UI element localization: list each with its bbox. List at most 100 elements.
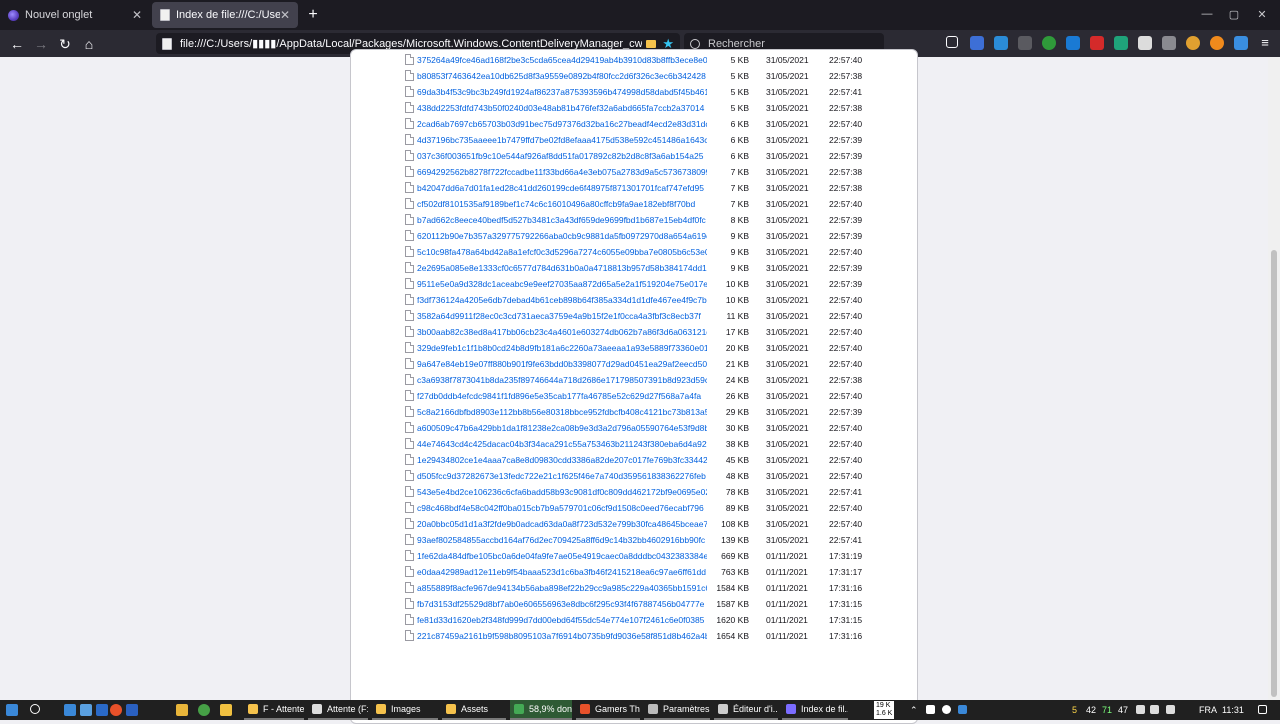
extension-icon[interactable] — [1090, 36, 1104, 50]
file-link[interactable]: 620112b90e7b357a329775792266aba0cb9c9881… — [417, 228, 707, 244]
file-link[interactable]: 3582a64d9911f28ec0c3cd731aeca3759e4a9b15… — [417, 308, 707, 324]
home-icon[interactable]: ⌂ — [80, 35, 98, 53]
file-link[interactable]: 2e2695a085e8e1333cf0c6577d784d631b0a0a47… — [417, 260, 707, 276]
file-link[interactable]: 9511e5e0a9d328dc1aceabc9e9eef27035aa872d… — [417, 276, 707, 292]
volume-icon[interactable] — [1166, 705, 1175, 714]
pocket-icon[interactable] — [946, 36, 958, 48]
taskbar-item[interactable]: Images — [372, 700, 438, 720]
extension-icon[interactable] — [1114, 36, 1128, 50]
taskbar-item[interactable]: Éditeur d'i... — [714, 700, 778, 720]
menu-icon[interactable]: ≡ — [1258, 36, 1272, 50]
search-icon[interactable] — [30, 704, 40, 714]
file-link[interactable]: 2cad6ab7697cb65703b03d91bec75d97376d32ba… — [417, 116, 707, 132]
extension-icon[interactable] — [994, 36, 1008, 50]
clock[interactable]: 11:31 — [1222, 705, 1244, 715]
language-indicator[interactable]: FRA — [1199, 705, 1217, 715]
scrollbar-thumb[interactable] — [1271, 250, 1277, 697]
file-link[interactable]: 3b00aab82c38ed8a417bb06cb23c4a4601e60327… — [417, 324, 707, 340]
file-link[interactable]: 93aef802584855accbd164af76d2ec709425a8ff… — [417, 532, 707, 548]
extension-icon[interactable] — [1210, 36, 1224, 50]
close-tab-icon[interactable]: ✕ — [132, 8, 142, 22]
file-link[interactable]: 221c87459a2161b9f598b8095103a7f6914b0735… — [417, 628, 707, 644]
file-link[interactable]: b42047dd6a7d01fa1ed28c41dd260199cde6f489… — [417, 180, 707, 196]
extension-icon[interactable] — [970, 36, 984, 50]
file-link[interactable]: f27db0ddb4efcdc9841f1fd896e5e35cab177fa4… — [417, 388, 707, 404]
tray-icon[interactable] — [926, 705, 935, 714]
file-link[interactable]: 329de9feb1c1f1b8b0cd24b8d9fb181a6c2260a7… — [417, 340, 707, 356]
file-link[interactable]: 9a647e84eb19e07ff880b901f9fe63bdd0b33980… — [417, 356, 707, 372]
file-link[interactable]: 543e5e4bd2ce106236c6cfa6badd58b93c9081df… — [417, 484, 707, 500]
back-icon[interactable]: ← — [8, 35, 26, 53]
taskbar-item-label: 58,9% done... — [529, 704, 572, 714]
taskbar-app-icon[interactable] — [198, 704, 210, 716]
extension-icon[interactable] — [1162, 36, 1176, 50]
tray-icon[interactable] — [942, 705, 951, 714]
shield-icon[interactable] — [1042, 36, 1056, 50]
file-link[interactable]: f3df736124a4205e6db7debad4b61ceb898b64f3… — [417, 292, 707, 308]
table-row: 20a0bbc05d1d1a3f2fde9b0adcad63da0a8f723d… — [351, 516, 917, 532]
file-link[interactable]: fb7d3153df25529d8bf7ab0e606556963e8dbc6f… — [417, 596, 707, 612]
taskbar-item[interactable]: Paramètres — [644, 700, 710, 720]
reload-icon[interactable]: ↻ — [56, 35, 74, 53]
minimize-icon[interactable]: — — [1197, 8, 1217, 20]
maximize-icon[interactable]: ▢ — [1224, 8, 1244, 21]
file-link[interactable]: b80853f7463642ea10db625d8f3a9559e0892b4f… — [417, 68, 707, 84]
cloud-icon[interactable] — [1136, 705, 1145, 714]
file-icon — [405, 438, 414, 449]
file-link[interactable]: 438dd2253fdfd743b50f0240d03e48ab81b476fe… — [417, 100, 707, 116]
forward-icon[interactable]: → — [32, 35, 50, 53]
close-window-icon[interactable]: ✕ — [1252, 8, 1272, 21]
tab-new-tab[interactable]: Nouvel onglet ✕ — [0, 2, 150, 28]
file-link[interactable]: 037c36f003651fb9c10e544af926af8dd51fa017… — [417, 148, 707, 164]
file-link[interactable]: 20a0bbc05d1d1a3f2fde9b0adcad63da0a8f723d… — [417, 516, 707, 532]
taskbar-item[interactable]: Gamers Thi... — [576, 700, 640, 720]
chevron-up-icon[interactable]: ⌃ — [910, 705, 918, 716]
extension-icon[interactable] — [1018, 36, 1032, 50]
file-link[interactable]: 69da3b4f53c9bc3b249fd1924af86237a8753935… — [417, 84, 707, 100]
file-link[interactable]: b7ad662c8eece40bedf5d527b3481c3a43df659d… — [417, 212, 707, 228]
extension-icon[interactable] — [1186, 36, 1200, 50]
file-link[interactable]: a600509c47b6a429bb1da1f81238e2ca08b9e3d3… — [417, 420, 707, 436]
notification-icon[interactable] — [1258, 705, 1267, 714]
file-link[interactable]: cf502df8101535af9189bef1c74c6c16010496a8… — [417, 196, 707, 212]
taskbar-item[interactable]: F - Attente — [244, 700, 304, 720]
extension-icon[interactable] — [1234, 36, 1248, 50]
file-link[interactable]: c98c468bdf4e58c042ff0ba015cb7b9a579701c0… — [417, 500, 707, 516]
taskbar-app-icon[interactable] — [80, 704, 92, 716]
file-link[interactable]: 4d37196bc735aaeee1b7479ffd7be02fd8efaaa4… — [417, 132, 707, 148]
close-tab-icon[interactable]: ✕ — [280, 8, 290, 22]
file-link[interactable]: 1e29434802ce1e4aaa7ca8e8d09830cdd3386a82… — [417, 452, 707, 468]
tray-icon[interactable] — [958, 705, 967, 714]
file-link[interactable]: 5c8a2166dbfbd8903e112bb8b56e80318bbce952… — [417, 404, 707, 420]
taskbar-item[interactable]: Index de fil... — [782, 700, 848, 720]
scrollbar[interactable] — [1268, 57, 1280, 700]
file-link[interactable]: c3a6938f7873041b8da235f89746644a718d2686… — [417, 372, 707, 388]
taskbar-app-icon[interactable] — [176, 704, 188, 716]
start-icon[interactable] — [6, 704, 18, 716]
taskbar-app-icon[interactable] — [126, 704, 138, 716]
extension-icon[interactable] — [1066, 36, 1080, 50]
file-link[interactable]: 5c10c98fa478a64bd42a8a1efcf0c3d5296a7274… — [417, 244, 707, 260]
file-time: 22:57:40 — [829, 311, 863, 321]
file-link[interactable]: a855889f8acfe967de94134b56aba898ef22b29c… — [417, 580, 707, 596]
file-link[interactable]: d505fcc9d37282673e13fedc722e21c1f625f46e… — [417, 468, 707, 484]
taskbar-item[interactable]: Assets — [442, 700, 506, 720]
new-tab-button[interactable]: + — [304, 6, 322, 24]
file-link[interactable]: e0daa42989ad12e11eb9f54baaa523d1c6ba3fb4… — [417, 564, 707, 580]
file-size: 20 KB — [725, 343, 749, 353]
taskbar-item[interactable]: 58,9% done... — [510, 700, 572, 720]
network-icon[interactable] — [1150, 705, 1159, 714]
firefox-icon[interactable] — [110, 704, 122, 716]
file-link[interactable]: 6694292562b8278f722fccadbe11f33bd66a4e3e… — [417, 164, 707, 180]
taskbar-app-icon[interactable] — [64, 704, 76, 716]
file-icon — [405, 54, 414, 65]
file-link[interactable]: 1fe62da484dfbe105bc0a6de04fa9fe7ae05e491… — [417, 548, 707, 564]
taskbar-app-icon[interactable] — [96, 704, 108, 716]
taskbar-item[interactable]: Attente (F:) — [308, 700, 368, 720]
file-link[interactable]: 375264a49fce46ad168f2be3c5cda65cea4d2941… — [417, 52, 707, 68]
file-link[interactable]: fe81d33d1620eb2f348fd999d7dd00ebd64f55dc… — [417, 612, 707, 628]
tab-index-of-file[interactable]: Index de file:///C:/Users/ ✕ — [152, 2, 298, 28]
file-link[interactable]: 44e74643cd4c425dacac04b3f34aca291c55a753… — [417, 436, 707, 452]
extension-icon[interactable] — [1138, 36, 1152, 50]
taskbar-app-icon[interactable] — [220, 704, 232, 716]
